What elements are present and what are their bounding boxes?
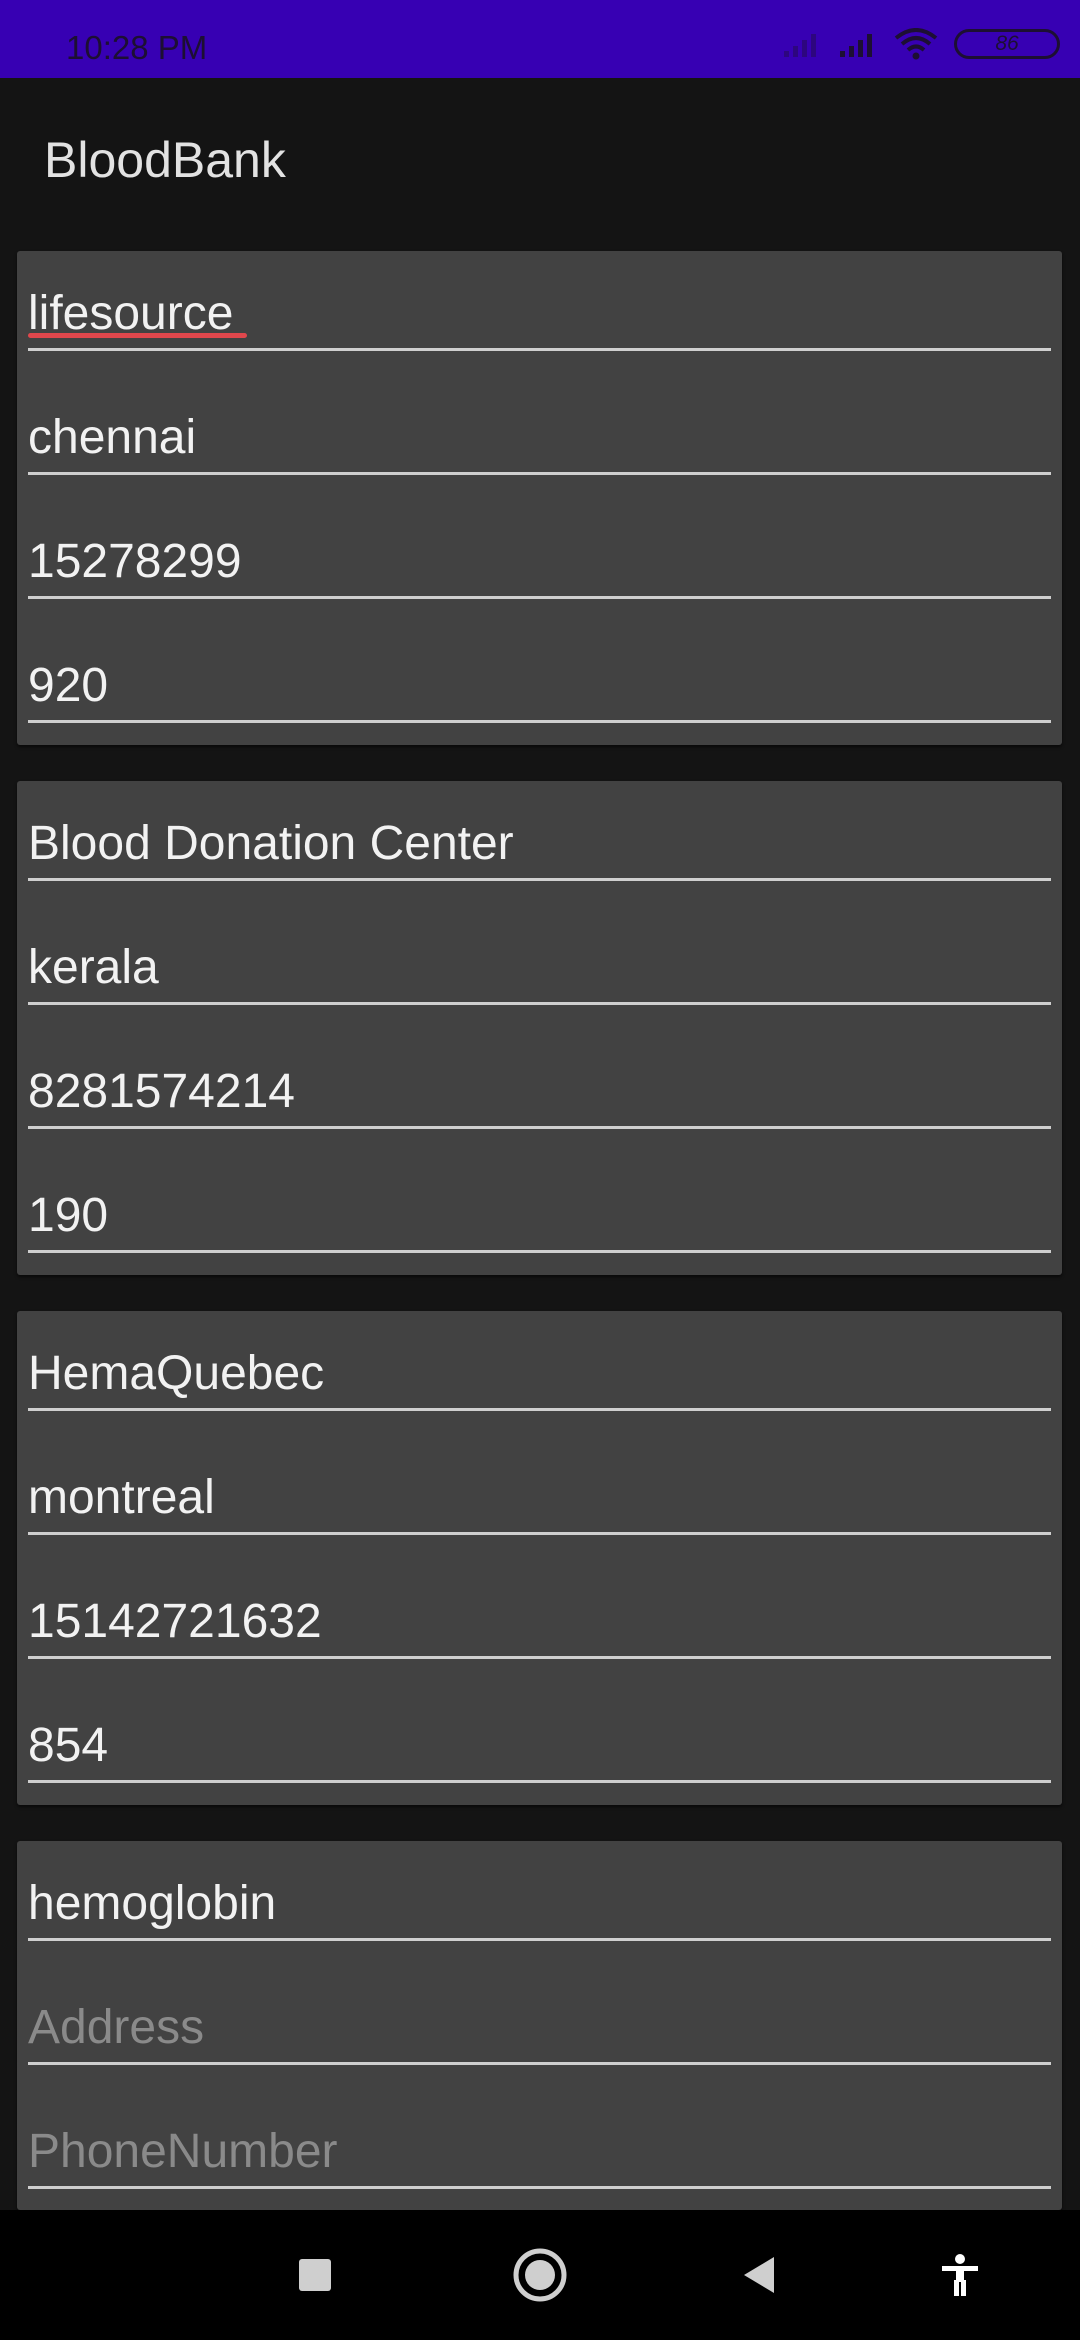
phone-input[interactable] xyxy=(28,499,1051,599)
spellcheck-underline xyxy=(28,333,247,338)
address-input[interactable] xyxy=(28,375,1051,475)
battery-icon: 86 xyxy=(954,29,1060,59)
home-button[interactable] xyxy=(505,2240,575,2310)
blood-bank-card xyxy=(17,781,1062,1275)
name-field[interactable] xyxy=(28,1311,1051,1411)
name-field[interactable] xyxy=(28,251,1051,351)
name-field[interactable] xyxy=(28,781,1051,881)
signal-icon xyxy=(838,29,878,59)
phone-input[interactable] xyxy=(28,1029,1051,1129)
accessibility-button[interactable] xyxy=(925,2240,995,2310)
recents-square-icon xyxy=(299,2259,331,2291)
recents-button[interactable] xyxy=(280,2240,350,2310)
home-circle-icon xyxy=(513,2248,567,2302)
address-input[interactable] xyxy=(28,905,1051,1005)
phone-input[interactable] xyxy=(28,1559,1051,1659)
address-field[interactable] xyxy=(28,375,1051,475)
wifi-icon xyxy=(894,28,938,60)
units-input[interactable] xyxy=(28,623,1051,723)
back-triangle-icon xyxy=(744,2257,774,2293)
app-screen: 10:28 PM 86 BloodBank lifesource chennai… xyxy=(0,0,1080,2340)
status-time: 10:28 PM xyxy=(66,29,208,66)
units-field[interactable] xyxy=(28,623,1051,723)
signal-weak-icon xyxy=(782,29,822,59)
app-bar: BloodBank xyxy=(0,78,1080,242)
units-input[interactable] xyxy=(28,1153,1051,1253)
status-icons: 86 xyxy=(782,22,1060,66)
blood-bank-card xyxy=(17,251,1062,745)
blood-bank-card xyxy=(17,1841,1062,2210)
phone-field[interactable] xyxy=(28,1559,1051,1659)
app-title: BloodBank xyxy=(44,132,286,188)
status-bar: 10:28 PM 86 xyxy=(0,0,1080,78)
units-input[interactable] xyxy=(28,1683,1051,1783)
navigation-bar xyxy=(0,2210,1080,2340)
blood-bank-card xyxy=(17,1311,1062,1805)
address-field[interactable] xyxy=(28,1435,1051,1535)
address-input[interactable] xyxy=(28,1965,1051,2065)
units-field[interactable] xyxy=(28,1153,1051,1253)
units-field[interactable] xyxy=(28,1683,1051,1783)
address-input[interactable] xyxy=(28,1435,1051,1535)
address-field[interactable] xyxy=(28,1965,1051,2065)
phone-field[interactable] xyxy=(28,499,1051,599)
name-input[interactable] xyxy=(28,781,1051,881)
address-field[interactable] xyxy=(28,905,1051,1005)
name-input[interactable] xyxy=(28,1841,1051,1941)
name-field[interactable] xyxy=(28,1841,1051,1941)
name-input[interactable] xyxy=(28,1311,1051,1411)
phone-field[interactable] xyxy=(28,2089,1051,2189)
accessibility-icon xyxy=(942,2254,978,2296)
phone-input[interactable] xyxy=(28,2089,1051,2189)
back-button[interactable] xyxy=(725,2240,795,2310)
phone-field[interactable] xyxy=(28,1029,1051,1129)
